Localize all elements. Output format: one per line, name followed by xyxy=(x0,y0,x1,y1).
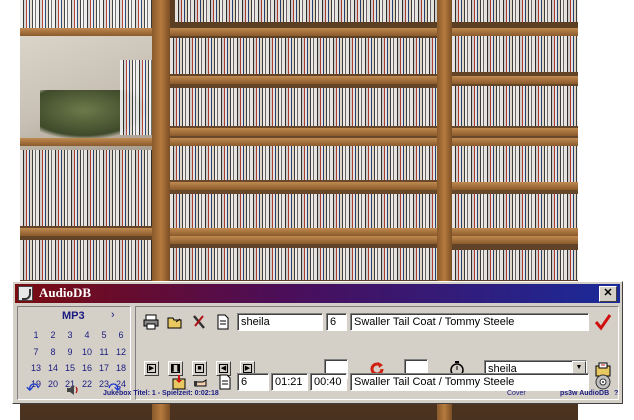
window-title: AudioDB xyxy=(39,285,92,300)
calendar-day[interactable]: 15 xyxy=(62,363,78,373)
jukebox-status: Jukebox Titel: 1 - Spielzeit: 0:02:18 xyxy=(103,390,219,397)
calendar-day[interactable]: 20 xyxy=(45,379,61,389)
document-icon[interactable] xyxy=(214,313,232,331)
calendar-day[interactable]: 14 xyxy=(45,363,61,373)
folder-open-icon[interactable] xyxy=(166,313,184,331)
calendar-next-button[interactable]: › xyxy=(111,309,115,321)
track-number-field[interactable]: 6 xyxy=(237,373,269,391)
undo-arrow-icon[interactable]: ↶ xyxy=(26,379,39,399)
track-number-field[interactable]: 6 xyxy=(326,313,347,331)
position-field[interactable]: 00:40 xyxy=(310,373,347,391)
cd-icon[interactable] xyxy=(594,373,612,391)
brand-label: ps3w AudioDB xyxy=(560,390,610,397)
calendar-day[interactable]: 18 xyxy=(113,363,129,373)
play-button[interactable]: ▶ xyxy=(144,361,159,376)
checkmark-icon[interactable] xyxy=(594,313,612,331)
calendar-day[interactable]: 2 xyxy=(45,330,61,340)
close-icon: ✕ xyxy=(603,287,613,299)
calendar-day[interactable]: 22 xyxy=(79,379,95,389)
search-field[interactable]: sheila xyxy=(237,313,323,331)
calendar-day[interactable]: 1 xyxy=(28,330,44,340)
help-link[interactable]: ? xyxy=(614,390,618,397)
title-bar[interactable]: AudioDB ✕ xyxy=(15,284,620,303)
audiodb-window: AudioDB ✕ MP3 › 1 2 3 4 5 6 7 8 9 10 11 … xyxy=(12,281,623,404)
calendar-day[interactable]: 3 xyxy=(62,330,78,340)
now-playing-title-field[interactable]: Swaller Tail Coat / Tommy Steele xyxy=(350,373,589,391)
calendar-panel: MP3 › 1 2 3 4 5 6 7 8 9 10 11 12 13 14 1… xyxy=(17,306,131,400)
document-icon[interactable] xyxy=(216,373,234,391)
calendar-day[interactable]: 6 xyxy=(113,330,129,340)
title-field[interactable]: Swaller Tail Coat / Tommy Steele xyxy=(350,313,589,331)
pause-icon: ❚❚ xyxy=(169,365,182,372)
calendar-day[interactable]: 10 xyxy=(79,347,95,357)
calendar-day[interactable]: 17 xyxy=(96,363,112,373)
calendar-day[interactable]: 7 xyxy=(28,347,44,357)
stop-icon: ■ xyxy=(197,365,202,372)
previous-icon: ◀ xyxy=(220,365,227,372)
hand-icon[interactable] xyxy=(192,373,210,391)
import-icon[interactable] xyxy=(170,373,188,391)
close-button[interactable]: ✕ xyxy=(599,286,617,302)
main-panel: sheila 6 Swaller Tail Coat / Tommy Steel… xyxy=(135,306,619,400)
calendar-title: MP3 xyxy=(62,310,85,322)
calendar-day[interactable]: 4 xyxy=(79,330,95,340)
duration-field[interactable]: 01:21 xyxy=(271,373,308,391)
tools-icon[interactable] xyxy=(190,313,208,331)
calendar-day[interactable]: 5 xyxy=(96,330,112,340)
calendar-day[interactable]: 9 xyxy=(62,347,78,357)
calendar-day[interactable]: 8 xyxy=(45,347,61,357)
play-icon: ▶ xyxy=(148,365,155,372)
calendar-day[interactable]: 12 xyxy=(113,347,129,357)
calendar-day[interactable]: 11 xyxy=(96,347,112,357)
cover-label[interactable]: Cover xyxy=(507,390,526,397)
calendar-day[interactable]: 16 xyxy=(79,363,95,373)
next-icon: ▶ xyxy=(244,365,251,372)
printer-icon[interactable] xyxy=(142,313,160,331)
app-icon xyxy=(18,286,33,301)
speaker-icon[interactable] xyxy=(66,383,80,397)
calendar-day[interactable]: 13 xyxy=(28,363,44,373)
